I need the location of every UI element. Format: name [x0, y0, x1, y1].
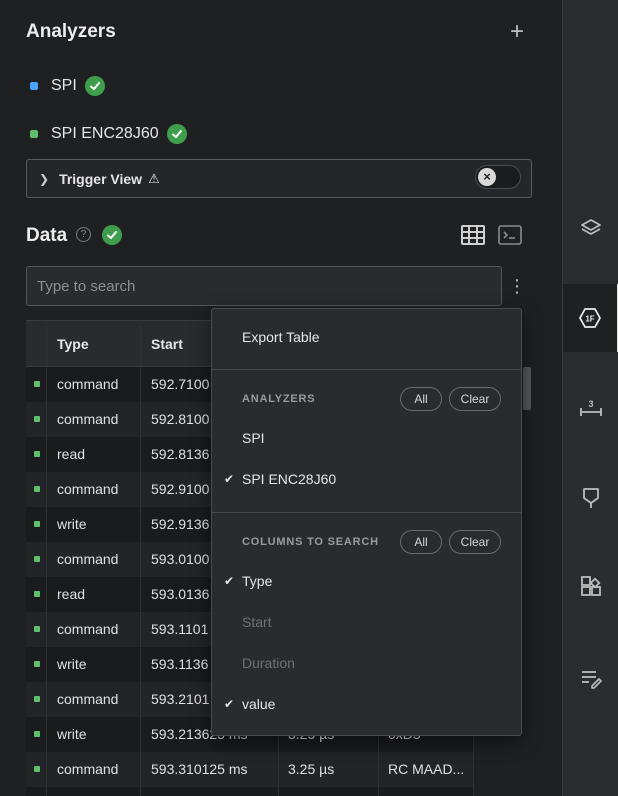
check-icon: ✔ [224, 697, 235, 711]
columns-section-header: COLUMNS TO SEARCH [242, 536, 379, 548]
analyzers-title: Analyzers [26, 21, 116, 42]
table-scrollbar[interactable] [523, 367, 531, 410]
cell-type: command [57, 376, 119, 392]
menu-divider [212, 369, 521, 370]
menu-column-start: Start [212, 602, 521, 643]
menu-column-value[interactable]: ✔ value [212, 684, 521, 725]
check-circle-icon [102, 225, 122, 245]
cell-type: command [57, 411, 119, 427]
warning-icon: ⚠ [148, 170, 160, 186]
table-view-icon[interactable] [460, 223, 486, 247]
hex-analyzer-icon[interactable]: 1F [563, 284, 618, 352]
more-options-icon[interactable]: ⋮ [508, 276, 526, 298]
analyzer-color-dot [30, 130, 38, 138]
row-color-dot [34, 451, 40, 457]
row-color-dot [34, 486, 40, 492]
column-divider [46, 320, 47, 796]
cell-type: write [57, 656, 87, 672]
analyzer-color-dot [30, 82, 38, 90]
analyzers-clear-button[interactable]: Clear [449, 387, 501, 411]
measure-icon[interactable]: 3 [563, 374, 618, 442]
analyzer-item-spi[interactable]: SPI [30, 76, 105, 96]
menu-column-label: Start [242, 614, 272, 630]
row-color-dot [34, 521, 40, 527]
menu-option-label: SPI ENC28J60 [242, 471, 337, 487]
main-panel: Analyzers + SPI SPI ENC28J60 ❯ Trigger V… [0, 0, 562, 796]
cell-type: command [57, 691, 119, 707]
notes-icon[interactable] [563, 644, 618, 712]
analyzer-label: SPI [51, 77, 77, 94]
analyzers-section-header: ANALYZERS [242, 393, 316, 405]
hex-analyzer-label: 1F [585, 315, 594, 324]
cell-type: command [57, 551, 119, 567]
cell-start: 593.310125 ms [151, 761, 248, 777]
layers-icon[interactable] [563, 194, 618, 262]
menu-column-duration: Duration [212, 643, 521, 684]
cell-type: command [57, 621, 119, 637]
check-icon: ✔ [224, 472, 235, 486]
menu-column-label: Duration [242, 655, 295, 671]
table-row[interactable]: command 593.310125 ms 3.25 µs RC MAAD... [26, 752, 474, 787]
columns-all-button[interactable]: All [400, 530, 442, 554]
plus-icon[interactable]: + [505, 20, 529, 44]
row-color-dot [34, 556, 40, 562]
cell-type: write [57, 726, 87, 742]
check-icon: ✔ [224, 574, 235, 588]
row-color-dot [34, 731, 40, 737]
data-title: Data [26, 225, 68, 246]
menu-option-spi-enc28j60[interactable]: ✔ SPI ENC28J60 [212, 459, 521, 500]
columns-clear-button[interactable]: Clear [449, 530, 501, 554]
cell-type: read [57, 586, 86, 602]
menu-option-label: SPI [242, 430, 265, 446]
marker-icon[interactable] [563, 464, 618, 532]
close-icon: × [478, 168, 496, 186]
export-table-item[interactable]: Export Table [212, 317, 521, 358]
search-input[interactable] [26, 266, 502, 306]
menu-column-label: value [242, 696, 276, 712]
cell-duration: 3.25 µs [288, 761, 335, 777]
cell-type: read [57, 446, 86, 462]
row-color-dot [34, 696, 40, 702]
help-icon[interactable]: ? [76, 227, 91, 242]
menu-divider [212, 512, 521, 513]
cell-value: RC MAAD... [388, 761, 465, 777]
check-circle-icon [166, 124, 187, 144]
menu-column-type[interactable]: ✔ Type [212, 561, 521, 602]
search-options-menu: Export Table ANALYZERS All Clear SPI ✔ S… [211, 308, 522, 736]
chevron-right-icon[interactable]: ❯ [39, 172, 49, 186]
trigger-view-label: Trigger View [59, 170, 143, 187]
analyzers-all-button[interactable]: All [400, 387, 442, 411]
row-color-dot [34, 381, 40, 387]
right-sidebar: 1F 3 [562, 0, 618, 796]
row-color-dot [34, 661, 40, 667]
column-header-type[interactable]: Type [46, 321, 140, 367]
measure-label: 3 [588, 399, 593, 409]
check-circle-icon [84, 76, 105, 96]
column-divider [140, 320, 141, 796]
analyzer-label: SPI ENC28J60 [51, 125, 159, 142]
row-color-dot [34, 766, 40, 772]
row-color-dot [34, 591, 40, 597]
cell-type: command [57, 761, 119, 777]
menu-column-label: Type [242, 573, 273, 589]
trigger-view-bar[interactable]: ❯ Trigger View ⚠ × [26, 159, 532, 198]
analyzer-item-spi-enc28j60[interactable]: SPI ENC28J60 [30, 124, 187, 144]
extensions-icon[interactable] [563, 552, 618, 620]
menu-option-spi[interactable]: SPI [212, 418, 521, 459]
table-row [26, 787, 474, 796]
row-color-dot [34, 626, 40, 632]
cell-type: write [57, 516, 87, 532]
terminal-view-icon[interactable] [497, 223, 523, 247]
cell-type: command [57, 481, 119, 497]
row-color-dot [34, 416, 40, 422]
trigger-view-toggle[interactable]: × [475, 165, 521, 189]
